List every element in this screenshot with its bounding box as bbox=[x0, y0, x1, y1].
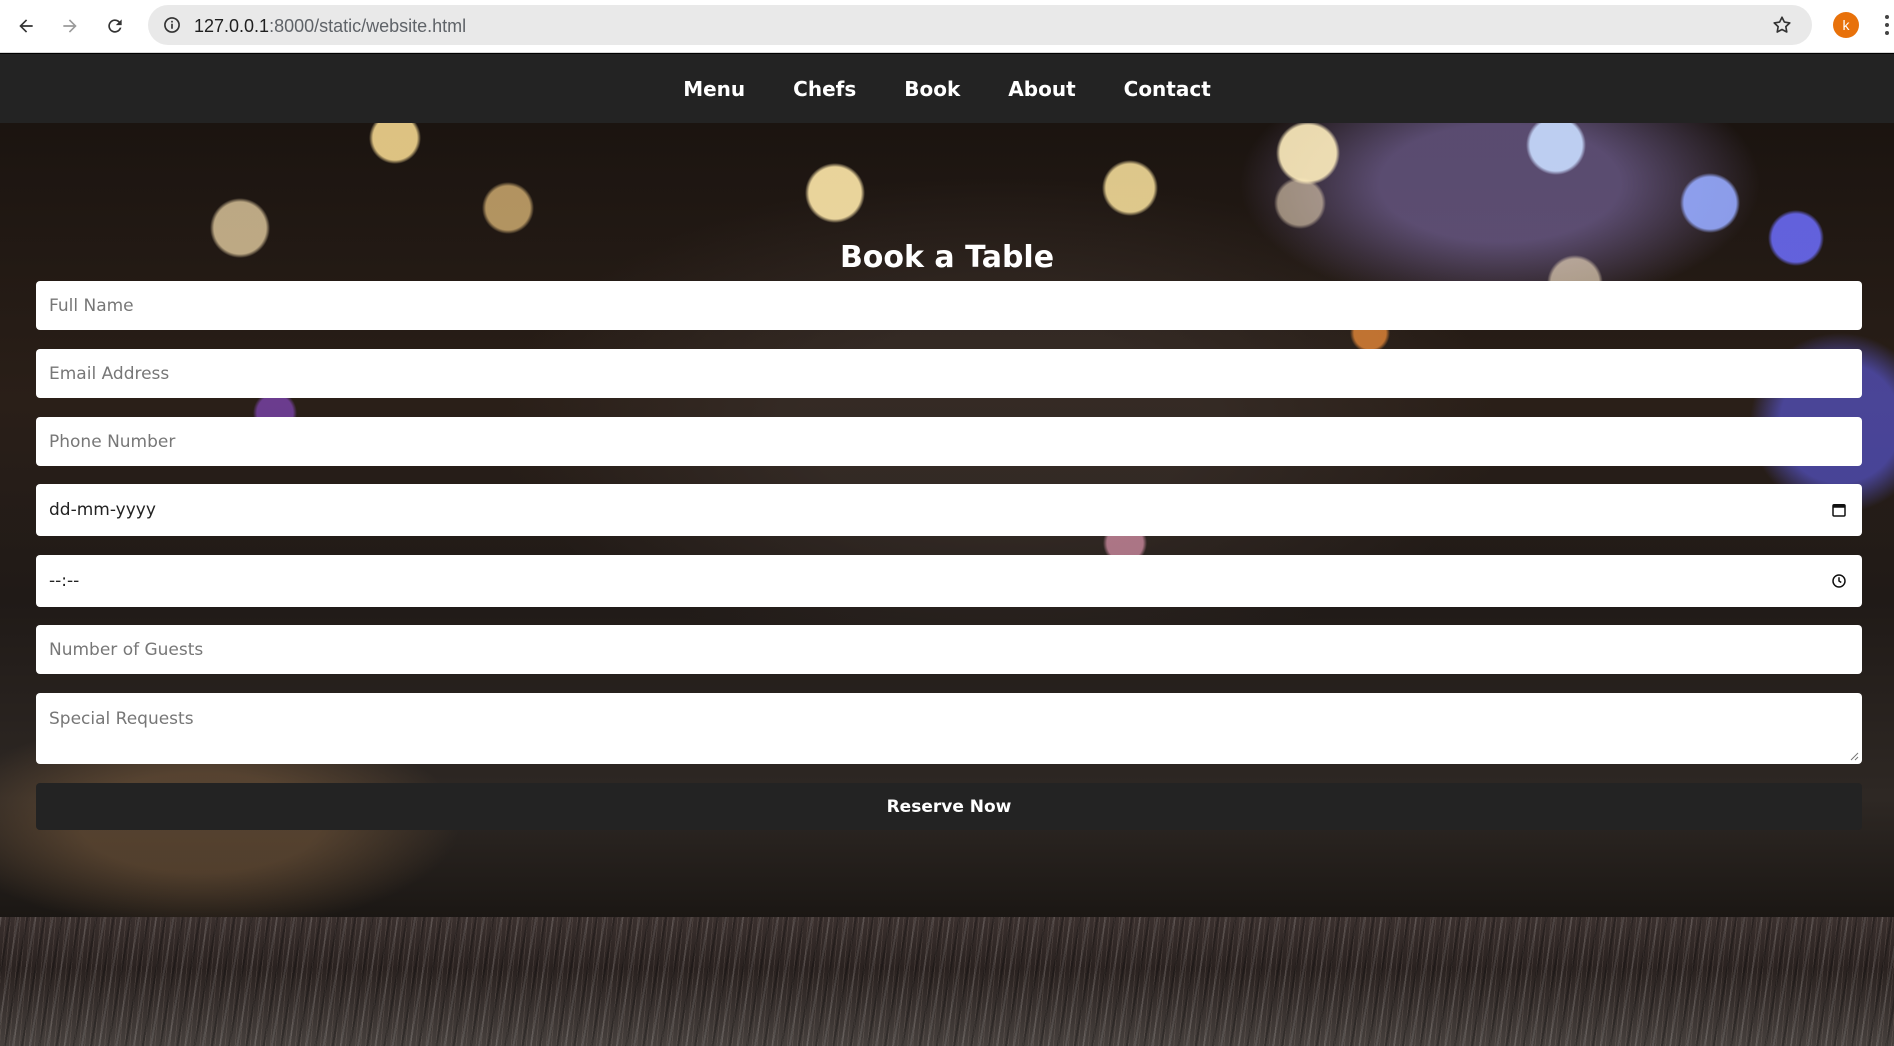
back-button[interactable] bbox=[10, 10, 42, 42]
time-input[interactable]: --:-- bbox=[36, 555, 1862, 607]
forward-arrow-icon bbox=[63, 19, 77, 33]
calendar-icon[interactable] bbox=[1830, 501, 1848, 519]
forward-button[interactable] bbox=[54, 10, 86, 42]
special-requests-textarea[interactable]: Special Requests bbox=[36, 693, 1862, 764]
booking-title: Book a Table bbox=[839, 240, 1055, 275]
nav-link-chefs[interactable]: Chefs bbox=[793, 77, 856, 101]
nav-link-menu[interactable]: Menu bbox=[683, 77, 745, 101]
profile-avatar[interactable]: k bbox=[1833, 12, 1859, 38]
url-text[interactable]: 127.0.0.1:8000/static/website.html bbox=[194, 16, 466, 37]
back-arrow-icon bbox=[19, 19, 33, 33]
reload-icon bbox=[108, 19, 122, 33]
guests-placeholder: Number of Guests bbox=[49, 639, 204, 660]
date-value: dd-mm-yyyy bbox=[49, 500, 156, 520]
reserve-now-button[interactable]: Reserve Now bbox=[36, 783, 1862, 830]
phone-placeholder: Phone Number bbox=[49, 431, 176, 452]
special-requests-placeholder: Special Requests bbox=[49, 709, 194, 729]
clock-icon[interactable] bbox=[1830, 572, 1848, 590]
bookmark-star-icon[interactable] bbox=[1770, 13, 1794, 37]
email-input[interactable]: Email Address bbox=[36, 349, 1862, 398]
guests-input[interactable]: Number of Guests bbox=[36, 625, 1862, 674]
site-navbar: Menu Chefs Book About Contact bbox=[0, 54, 1894, 123]
wooden-table-image bbox=[0, 917, 1894, 1046]
browser-menu-icon[interactable] bbox=[1882, 12, 1892, 38]
full-name-placeholder: Full Name bbox=[49, 295, 134, 316]
url-path: :8000/static/website.html bbox=[269, 16, 467, 36]
url-host: 127.0.0.1 bbox=[194, 16, 270, 36]
full-name-input[interactable]: Full Name bbox=[36, 281, 1862, 330]
browser-toolbar: 127.0.0.1:8000/static/website.html k bbox=[0, 0, 1894, 53]
reload-button[interactable] bbox=[99, 10, 131, 42]
nav-link-contact[interactable]: Contact bbox=[1124, 77, 1211, 101]
date-input[interactable]: dd-mm-yyyy bbox=[36, 484, 1862, 536]
address-bar[interactable]: 127.0.0.1:8000/static/website.html bbox=[148, 5, 1812, 45]
phone-input[interactable]: Phone Number bbox=[36, 417, 1862, 466]
nav-link-about[interactable]: About bbox=[1008, 77, 1075, 101]
email-placeholder: Email Address bbox=[49, 363, 170, 384]
site-info-icon[interactable] bbox=[160, 13, 184, 37]
nav-link-book[interactable]: Book bbox=[904, 77, 960, 101]
time-value: --:-- bbox=[49, 571, 80, 591]
resize-handle-icon[interactable] bbox=[1849, 751, 1859, 761]
